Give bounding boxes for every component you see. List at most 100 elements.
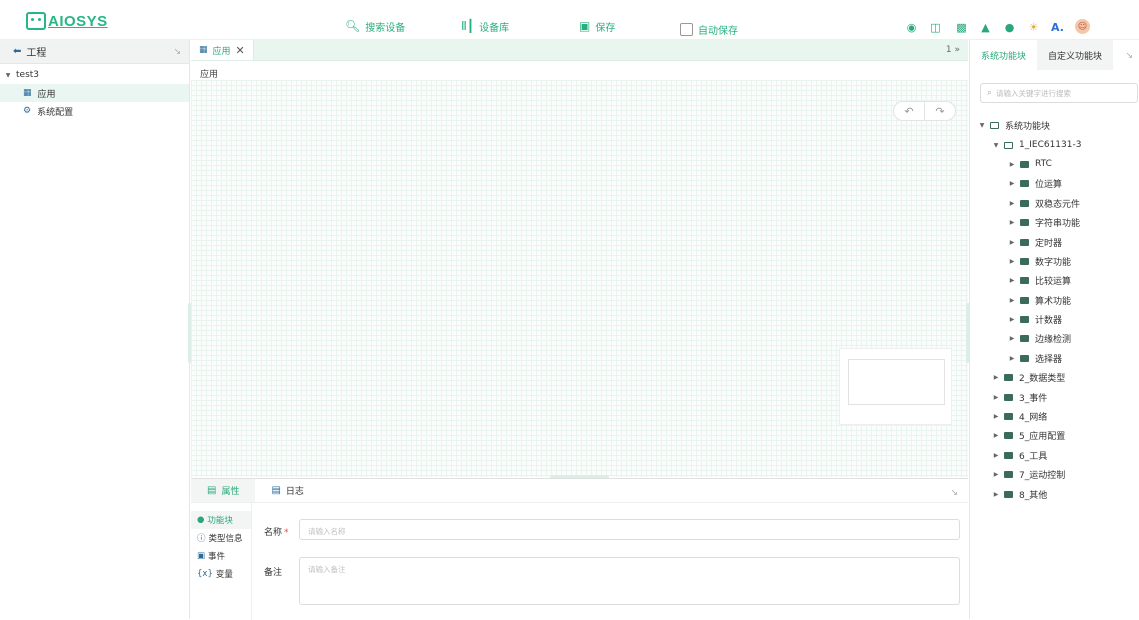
autosave-toggle[interactable]: 自动保存: [680, 21, 738, 37]
collapse-arrow-icon[interactable]: ▶: [992, 471, 1000, 478]
side-item-variable[interactable]: {x} 变量: [191, 565, 251, 583]
tree-node-label: RTC: [1035, 159, 1052, 170]
project-item-application[interactable]: ▦ 应用: [0, 84, 189, 102]
collapse-arrow-icon[interactable]: ▶: [1008, 258, 1016, 265]
tree-node-label: 数字功能: [1035, 257, 1072, 268]
block-search-input[interactable]: ⌕ 请输入关键字进行搜索: [980, 83, 1138, 103]
tree-node[interactable]: ▶ 选择器: [970, 349, 1139, 368]
tab-overflow[interactable]: 1 »: [946, 45, 960, 55]
side-item-type-info[interactable]: ⓘ 类型信息: [191, 529, 251, 547]
redo-icon[interactable]: ↷: [925, 102, 955, 120]
collapse-panel-icon[interactable]: ↘: [173, 47, 181, 57]
project-item-system-config[interactable]: ⚙ 系统配置: [0, 102, 189, 120]
variable-icon: {x}: [197, 569, 213, 579]
theme-sun-icon[interactable]: ☀: [1027, 21, 1040, 34]
palette-icon[interactable]: ●: [1003, 21, 1016, 34]
tab-properties[interactable]: ▤ 属性: [191, 479, 256, 502]
collapse-arrow-icon[interactable]: ▶: [1008, 219, 1016, 226]
project-node[interactable]: ▼ test3: [0, 66, 189, 84]
folder-icon: [1004, 471, 1013, 479]
expand-arrow-icon[interactable]: ▼: [4, 72, 12, 79]
tree-node[interactable]: ▶ 6_工具: [970, 446, 1139, 465]
tree-node[interactable]: ▶ 7_运动控制: [970, 465, 1139, 484]
tab-properties-label: 属性: [221, 487, 240, 497]
search-icon: ⌕: [987, 88, 993, 98]
tree-node[interactable]: ▶ 2_数据类型: [970, 368, 1139, 387]
tree-node[interactable]: ▶ 双稳态元件: [970, 194, 1139, 213]
collapse-arrow-icon[interactable]: ▶: [992, 394, 1000, 401]
tree-node-label: 3_事件: [1019, 393, 1048, 404]
tree-node[interactable]: ▶ 8_其他: [970, 484, 1139, 503]
tree-node[interactable]: ▶ 计数器: [970, 310, 1139, 329]
tree-node[interactable]: ▶ 比较运算: [970, 271, 1139, 290]
note-textarea[interactable]: 请输入备注: [299, 557, 960, 605]
expand-arrow-icon[interactable]: ▼: [992, 142, 1000, 149]
back-arrow-icon[interactable]: ⬅: [13, 46, 21, 57]
collapse-arrow-icon[interactable]: ▶: [992, 491, 1000, 498]
save-button[interactable]: ▣ 保存: [579, 18, 615, 34]
collapse-panel-icon[interactable]: ↘: [1125, 51, 1133, 61]
collapse-arrow-icon[interactable]: ▶: [1008, 239, 1016, 246]
tab-log[interactable]: ▤ 日志: [255, 479, 319, 502]
collapse-arrow-icon[interactable]: ▶: [1008, 277, 1016, 284]
tree-node[interactable]: ▶ 5_应用配置: [970, 426, 1139, 445]
tree-node[interactable]: ▶ 定时器: [970, 232, 1139, 251]
collapse-arrow-icon[interactable]: ▶: [1008, 316, 1016, 323]
search-device-button[interactable]: 🔍︎ 搜索设备: [345, 18, 405, 34]
user-avatar-icon[interactable]: ☺: [1075, 19, 1090, 34]
name-input[interactable]: 请输入名称: [299, 519, 960, 540]
minimap-viewport[interactable]: [848, 359, 945, 405]
design-canvas[interactable]: ↶ ↷: [191, 80, 968, 477]
collapse-arrow-icon[interactable]: ▶: [992, 432, 1000, 439]
tree-node[interactable]: ▶ 位运算: [970, 174, 1139, 193]
close-icon[interactable]: ✕: [236, 44, 245, 57]
autosave-checkbox[interactable]: [680, 22, 693, 36]
collapse-arrow-icon[interactable]: ▶: [1008, 355, 1016, 362]
notification-bell-icon[interactable]: ▲: [979, 21, 992, 34]
tree-node[interactable]: ▶ 数字功能: [970, 252, 1139, 271]
folder-icon: [1020, 316, 1029, 324]
collapse-panel-icon[interactable]: ↘: [950, 488, 958, 498]
tree-node[interactable]: ▶ RTC: [970, 155, 1139, 174]
window-icon[interactable]: ▩: [955, 21, 968, 34]
monitor-icon[interactable]: ◉: [905, 21, 918, 34]
required-marker: *: [284, 528, 289, 538]
undo-icon[interactable]: ↶: [894, 102, 925, 120]
tree-node[interactable]: ▶ 边缘检测: [970, 329, 1139, 348]
tree-node-label: 系统功能块: [1005, 122, 1051, 133]
folder-icon: [1020, 296, 1029, 304]
tree-node[interactable]: ▶ 字符串功能: [970, 213, 1139, 232]
tree-node[interactable]: ▼ 1_IEC61131-3: [970, 135, 1139, 154]
device-library-button[interactable]: Ⅱ┃ 设备库: [461, 18, 509, 34]
collapse-arrow-icon[interactable]: ▶: [1008, 161, 1016, 168]
collapse-arrow-icon[interactable]: ▶: [992, 413, 1000, 420]
expand-arrow-icon[interactable]: ▼: [978, 122, 986, 129]
tab-custom-blocks[interactable]: 自定义功能块: [1037, 40, 1114, 70]
tab-system-blocks[interactable]: 系统功能块: [970, 40, 1037, 70]
editor-area: ▦ 应用 ✕ 1 » 应用 ↶ ↷ ▤ 属性 ▤ 日志 ↘ ● 功能块 ⓘ 类型…: [191, 40, 968, 620]
side-item-label: 类型信息: [208, 534, 243, 544]
tree-node[interactable]: ▶ 算术功能: [970, 291, 1139, 310]
collapse-arrow-icon[interactable]: ▶: [1008, 180, 1016, 187]
tree-node[interactable]: ▶ 4_网络: [970, 407, 1139, 426]
font-size-icon[interactable]: A.: [1051, 21, 1064, 34]
bottom-tabs: ▤ 属性 ▤ 日志 ↘: [191, 479, 968, 503]
collapse-arrow-icon[interactable]: ▶: [992, 452, 1000, 459]
side-item-label: 功能块: [207, 516, 233, 526]
side-item-event[interactable]: ▣ 事件: [191, 547, 251, 565]
tree-node[interactable]: ▼ 系统功能块: [970, 116, 1139, 135]
tree-node-label: 位运算: [1035, 180, 1063, 191]
collapse-arrow-icon[interactable]: ▶: [1008, 200, 1016, 207]
minimap[interactable]: [839, 348, 952, 425]
folder-icon: [1004, 490, 1013, 498]
tab-application[interactable]: ▦ 应用 ✕: [191, 40, 254, 60]
collapse-arrow-icon[interactable]: ▶: [1008, 335, 1016, 342]
project-panel: ⬅ 工程 ↘ ▼ test3 ▦ 应用 ⚙ 系统配置: [0, 40, 190, 619]
tree-node-label: 8_其他: [1019, 490, 1048, 501]
layout-icon[interactable]: ◫: [929, 21, 942, 34]
tree-node[interactable]: ▶ 3_事件: [970, 387, 1139, 406]
collapse-arrow-icon[interactable]: ▶: [1008, 297, 1016, 304]
side-item-function-block[interactable]: ● 功能块: [191, 511, 251, 529]
collapse-arrow-icon[interactable]: ▶: [992, 374, 1000, 381]
app-logo[interactable]: AIOSYS: [26, 10, 108, 32]
